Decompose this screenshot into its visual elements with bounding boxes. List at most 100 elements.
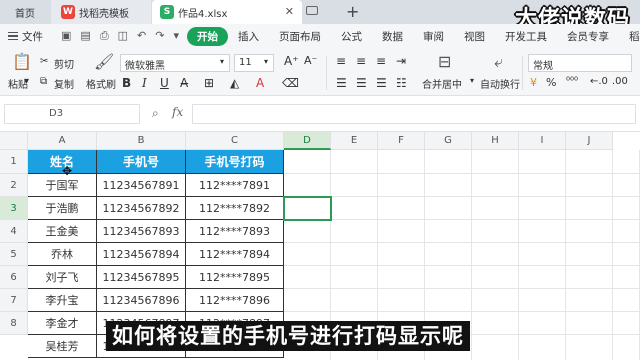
column-header-b[interactable]: B [97,132,186,150]
format-painter-button[interactable]: 格式刷 [86,76,116,91]
row-header-8[interactable]: 8 [0,312,28,335]
format-painter-icon[interactable]: 🖌 [94,52,114,71]
align-bottom-icon[interactable]: ≡ [376,54,386,68]
name-box[interactable]: D3 [4,104,140,124]
table-cell[interactable]: 11234567892 [97,197,186,220]
currency-icon[interactable]: ¥ [530,76,537,89]
copy-icon[interactable]: ⧉ [40,76,47,87]
table-cell[interactable]: 乔林 [28,243,97,266]
menu-view[interactable]: 视图 [454,29,495,44]
menu-home[interactable]: 开始 [187,26,228,46]
align-left-icon[interactable]: ☰ [336,76,347,90]
active-cell-cursor[interactable] [283,196,332,221]
copy-button[interactable]: 复制 [54,76,74,91]
tab-template[interactable]: W 找稻壳模板 [51,0,151,24]
row-header-1[interactable]: 1 [0,150,28,174]
align-middle-icon[interactable]: ≡ [356,54,366,68]
open-icon[interactable]: ▤ [80,29,90,43]
formula-input[interactable] [192,104,636,124]
bold-icon[interactable]: B [122,76,131,90]
wrap-text-icon[interactable]: ⤶ [494,52,503,72]
italic-icon[interactable]: I [142,76,147,90]
tab-workbook[interactable]: S 作品4.xlsx ✕ [152,0,302,24]
table-cell[interactable]: 刘子飞 [28,266,97,289]
table-cell[interactable]: 112****7896 [186,289,284,312]
chevron-down-icon[interactable]: ▾ [220,57,224,66]
menu-formulas[interactable]: 公式 [331,29,372,44]
percent-icon[interactable]: % [546,76,556,89]
table-cell[interactable]: 11234567895 [97,266,186,289]
table-cell[interactable]: 112****7891 [186,174,284,197]
column-header-h[interactable]: H [472,132,519,150]
column-header-d[interactable]: D [284,132,331,150]
column-header-g[interactable]: G [425,132,472,150]
monitor-icon[interactable] [306,6,318,15]
row-header-7[interactable]: 7 [0,289,28,312]
increase-decimal-icon[interactable]: ←.0 [590,76,608,87]
column-header-e[interactable]: E [331,132,378,150]
table-cell[interactable]: 11234567891 [97,174,186,197]
header-cell[interactable]: 手机号打码 [186,150,284,174]
menu-docer[interactable]: 稻壳资源 [619,29,640,44]
align-center-icon[interactable]: ☰ [356,76,367,90]
decrease-decimal-icon[interactable]: .00 [612,76,628,87]
header-cell[interactable]: 手机号 [97,150,186,174]
table-cell[interactable]: 112****7893 [186,220,284,243]
indent-icon[interactable]: ⇥ [396,54,406,68]
thousands-icon[interactable]: ⁰⁰⁰ [566,76,578,87]
select-all-corner[interactable] [0,132,28,150]
file-menu[interactable]: 文件 [0,29,53,44]
row-header-3[interactable]: 3 [0,197,28,220]
merge-icon[interactable]: ⊟ [438,52,451,71]
menu-insert[interactable]: 插入 [228,29,269,44]
decrease-font-icon[interactable]: A⁻ [304,54,317,67]
align-top-icon[interactable]: ≡ [336,54,346,68]
table-cell[interactable]: 11234567894 [97,243,186,266]
column-header-a[interactable]: A [28,132,97,150]
table-cell[interactable]: 李升宝 [28,289,97,312]
table-cell[interactable]: 11234567896 [97,289,186,312]
row-header-4[interactable]: 4 [0,220,28,243]
tab-home[interactable]: 首页 [0,0,50,24]
table-cell[interactable]: 112****7892 [186,197,284,220]
menu-review[interactable]: 审阅 [413,29,454,44]
cut-button[interactable]: 剪切 [54,56,74,71]
column-header-f[interactable]: F [378,132,425,150]
dropdown-icon[interactable]: ▾ [173,29,179,43]
menu-data[interactable]: 数据 [372,29,413,44]
wrap-text-button[interactable]: 自动换行 [480,76,520,91]
table-cell[interactable]: 112****7895 [186,266,284,289]
number-format-select[interactable]: 常规 [528,54,632,72]
row-header-5[interactable]: 5 [0,243,28,266]
align-right-icon[interactable]: ☰ [376,76,387,90]
new-tab-icon[interactable]: + [346,2,359,21]
table-cell[interactable]: 王金美 [28,220,97,243]
redo-icon[interactable]: ↷ [155,29,164,43]
close-icon[interactable]: ✕ [285,5,294,18]
table-cell[interactable]: 112****7894 [186,243,284,266]
menu-developer[interactable]: 开发工具 [495,29,557,44]
increase-font-icon[interactable]: A⁺ [284,54,299,68]
table-cell[interactable]: 李金才 [28,312,97,335]
font-name-select[interactable]: 微软雅黑 [120,54,230,72]
underline-icon[interactable]: U [160,76,169,90]
merge-center-button[interactable]: 合并居中 [422,76,462,91]
border-icon[interactable]: ⊞ [204,76,214,90]
table-cell[interactable]: 于浩鹏 [28,197,97,220]
strikethrough-icon[interactable]: A̶ [180,76,188,90]
row-header-6[interactable]: 6 [0,266,28,289]
table-cell[interactable]: 吴桂芳 [28,335,97,358]
menu-page-layout[interactable]: 页面布局 [269,29,331,44]
paste-icon[interactable]: 📋 [12,52,32,71]
function-icon[interactable]: fx [172,105,183,119]
chevron-down-icon[interactable]: ▾ [470,76,474,85]
table-cell[interactable]: 11234567893 [97,220,186,243]
column-header-c[interactable]: C [186,132,284,150]
font-color-icon[interactable]: A [256,76,264,90]
paste-dropdown-icon[interactable]: ▾ [24,76,29,87]
cut-icon[interactable]: ✂ [40,56,48,67]
save-icon[interactable]: ▣ [61,29,71,43]
justify-icon[interactable]: ☷ [396,76,407,90]
menu-member[interactable]: 会员专享 [557,29,619,44]
column-header-j[interactable]: J [566,132,613,150]
